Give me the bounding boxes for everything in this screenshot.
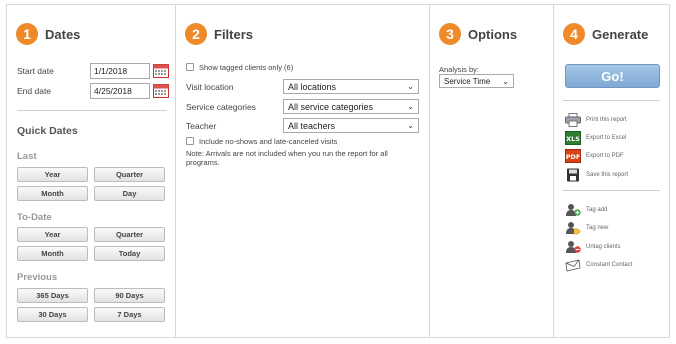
step-number-3: 3 <box>439 23 461 45</box>
constant-contact-action[interactable]: Constant Contact <box>565 258 632 272</box>
analysis-by-value: Service Time <box>444 76 491 86</box>
divider <box>17 110 167 111</box>
include-noshows-checkbox[interactable] <box>186 137 194 145</box>
divider <box>563 100 660 101</box>
generate-panel: 4 Generate Go! Print this report XLS Exp… <box>553 4 670 338</box>
calendar-icon[interactable] <box>153 63 169 78</box>
tag-new-action[interactable]: Tag new <box>565 221 608 235</box>
start-date-label: Start date <box>17 66 54 76</box>
visit-location-select[interactable]: All locations ⌄ <box>283 79 419 94</box>
filters-title: Filters <box>214 26 254 42</box>
previous-group-label: Previous <box>17 272 58 283</box>
excel-icon: XLS <box>565 131 581 145</box>
step-number-4: 4 <box>563 23 585 45</box>
pdf-icon: PDF <box>565 149 581 163</box>
save-report-action[interactable]: Save this report <box>565 168 628 182</box>
go-button[interactable]: Go! <box>565 64 660 88</box>
dates-title: Dates <box>45 26 81 42</box>
last-quarter-button[interactable]: Quarter <box>94 167 165 182</box>
tag-add-label: Tag add <box>586 207 608 213</box>
note-line-2: programs. <box>186 158 220 167</box>
untag-clients-label: Untag clients <box>586 244 621 250</box>
teacher-label: Teacher <box>186 121 217 131</box>
chevron-down-icon: ⌄ <box>407 82 414 91</box>
divider <box>563 190 660 191</box>
step-number-1: 1 <box>16 23 38 45</box>
to-date-today-button[interactable]: Today <box>94 246 165 261</box>
options-panel: 3 Options Analysis by: Service Time ⌄ <box>429 4 553 338</box>
start-date-input[interactable] <box>90 63 150 79</box>
options-header: 3 Options <box>439 23 517 45</box>
export-excel-label: Export to Excel <box>586 135 627 141</box>
service-categories-select[interactable]: All service categories ⌄ <box>283 99 419 114</box>
export-pdf-label: Export to PDF <box>586 153 624 159</box>
pdf-badge-text: PDF <box>566 153 581 161</box>
show-tagged-checkbox[interactable] <box>186 63 194 71</box>
last-group-label: Last <box>17 151 37 162</box>
to-date-quarter-button[interactable]: Quarter <box>94 227 165 242</box>
note-text: Note: Arrivals are not included when you… <box>186 149 422 167</box>
to-date-group-label: To-Date <box>17 212 52 223</box>
chevron-down-icon: ⌄ <box>502 76 509 86</box>
step-number-2: 2 <box>185 23 207 45</box>
service-categories-value: All service categories <box>288 101 374 112</box>
envelope-icon <box>565 259 581 272</box>
last-year-button[interactable]: Year <box>17 167 88 182</box>
previous-30-days-button[interactable]: 30 Days <box>17 307 88 322</box>
options-title: Options <box>468 26 518 42</box>
dates-header: 1 Dates <box>16 23 80 45</box>
quick-dates-title: Quick Dates <box>17 125 78 137</box>
save-disk-icon <box>567 168 579 182</box>
user-tag-icon <box>566 222 581 235</box>
user-add-icon <box>566 204 581 216</box>
visit-location-value: All locations <box>288 81 337 92</box>
analysis-by-select[interactable]: Service Time ⌄ <box>439 74 514 88</box>
include-noshows-label: Include no-shows and late-canceled visit… <box>199 137 338 146</box>
print-report-action[interactable]: Print this report <box>565 113 627 127</box>
chevron-down-icon: ⌄ <box>407 102 414 111</box>
previous-7-days-button[interactable]: 7 Days <box>94 307 165 322</box>
generate-header: 4 Generate <box>563 23 648 45</box>
previous-365-days-button[interactable]: 365 Days <box>17 288 88 303</box>
tag-new-label: Tag new <box>586 225 609 231</box>
end-date-input[interactable] <box>90 83 150 99</box>
note-line-1: Note: Arrivals are not included when you… <box>186 149 388 158</box>
show-tagged-label: Show tagged clients only (6) <box>199 63 294 72</box>
last-day-button[interactable]: Day <box>94 186 165 201</box>
generate-title: Generate <box>592 26 649 42</box>
print-report-label: Print this report <box>586 117 627 123</box>
teacher-value: All teachers <box>288 120 336 131</box>
calendar-icon[interactable] <box>153 83 169 98</box>
last-month-button[interactable]: Month <box>17 186 88 201</box>
export-excel-action[interactable]: XLS Export to Excel <box>565 131 626 145</box>
excel-badge-text: XLS <box>566 135 580 143</box>
previous-90-days-button[interactable]: 90 Days <box>94 288 165 303</box>
tag-add-action[interactable]: Tag add <box>565 203 607 217</box>
to-date-year-button[interactable]: Year <box>17 227 88 242</box>
untag-clients-action[interactable]: Untag clients <box>565 240 621 254</box>
analysis-by-label: Analysis by: <box>439 65 480 74</box>
filters-header: 2 Filters <box>185 23 253 45</box>
visit-location-label: Visit location <box>186 82 234 92</box>
printer-icon <box>565 113 581 127</box>
export-pdf-action[interactable]: PDF Export to PDF <box>565 149 624 163</box>
user-remove-icon <box>566 241 581 253</box>
service-categories-label: Service categories <box>186 102 256 112</box>
filters-panel: 2 Filters Show tagged clients only (6) V… <box>175 4 429 338</box>
end-date-label: End date <box>17 86 52 96</box>
dates-panel: 1 Dates Start date End date Quick Dates … <box>6 4 175 338</box>
save-report-label: Save this report <box>586 172 629 178</box>
constant-contact-label: Constant Contact <box>586 262 633 268</box>
chevron-down-icon: ⌄ <box>407 121 414 130</box>
to-date-month-button[interactable]: Month <box>17 246 88 261</box>
teacher-select[interactable]: All teachers ⌄ <box>283 118 419 133</box>
